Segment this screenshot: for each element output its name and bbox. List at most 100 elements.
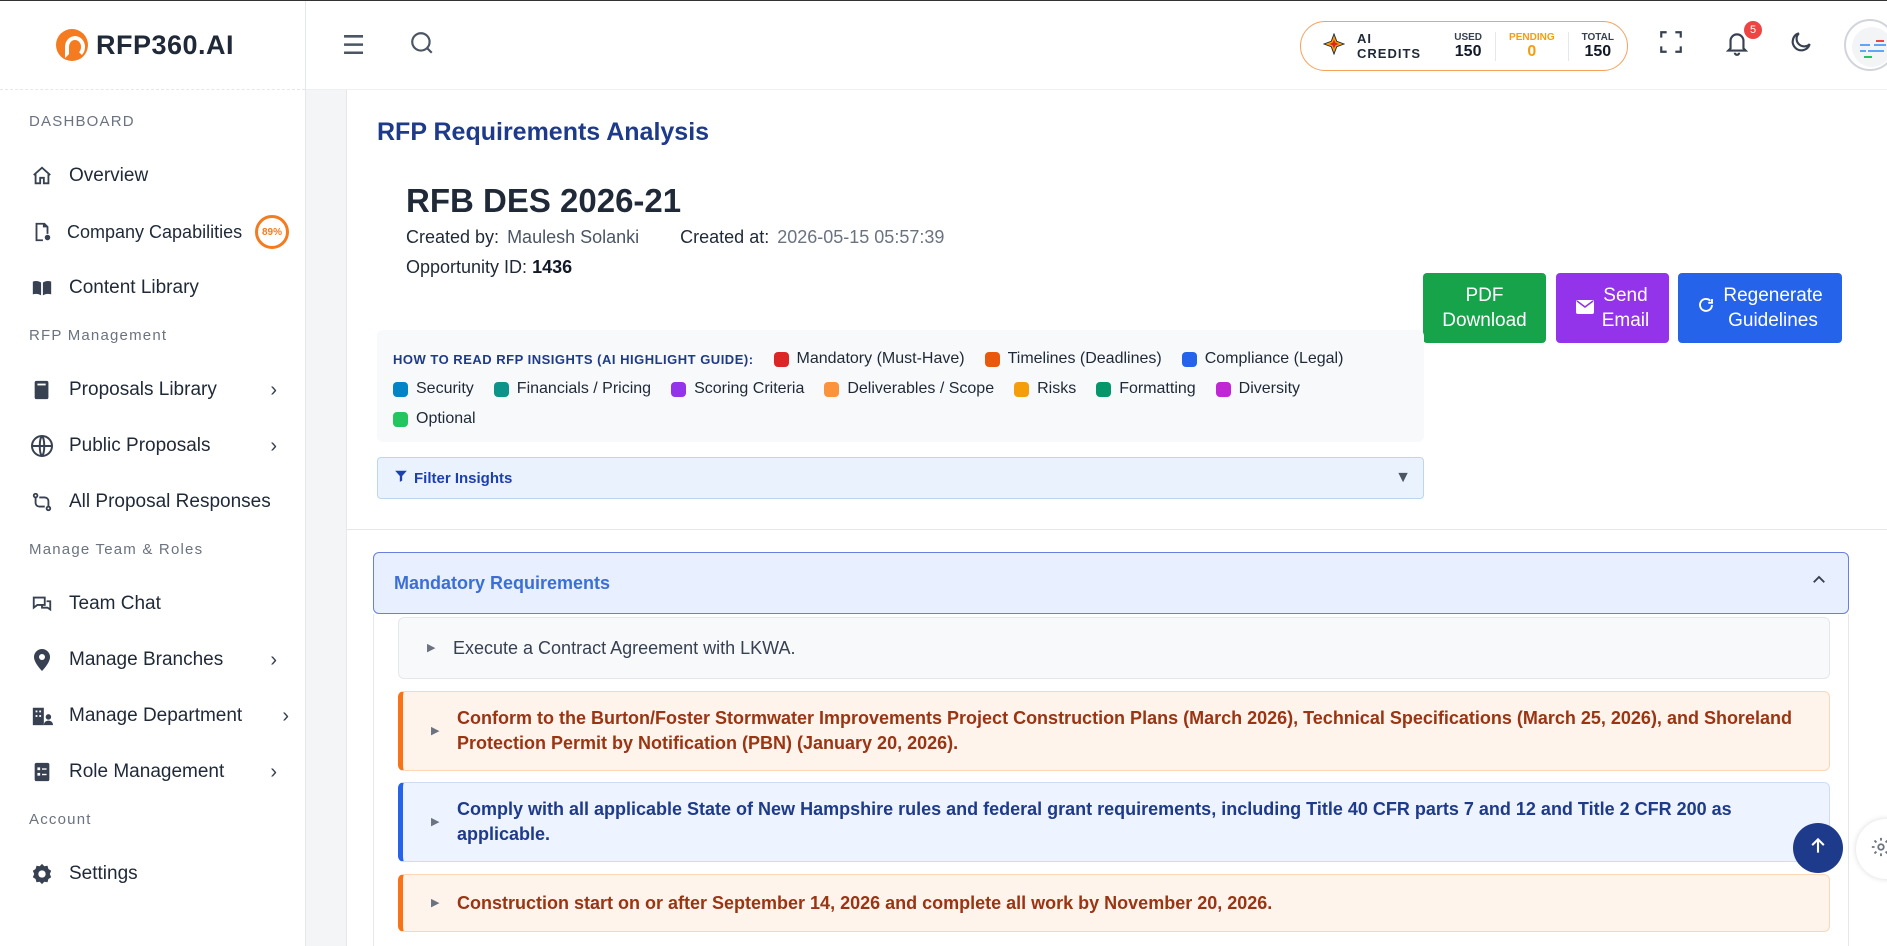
- chevron-right-icon: ›: [270, 760, 277, 783]
- guide-row: Optional: [393, 404, 1408, 434]
- regenerate-guidelines-button[interactable]: Regenerate Guidelines: [1678, 273, 1842, 343]
- sidebar-item-settings[interactable]: Settings: [0, 846, 305, 902]
- map-pin-icon: [29, 647, 55, 673]
- accordion-title: Mandatory Requirements: [394, 572, 611, 593]
- guide-row: HOW TO READ RFP INSIGHTS (AI HIGHLIGHT G…: [393, 344, 1408, 374]
- sidebar-item-overview[interactable]: Overview: [0, 148, 305, 204]
- requirement-text: Comply with all applicable State of New …: [457, 799, 1732, 844]
- nav-section-rfp-management: RFP Management: [29, 327, 168, 344]
- legend-swatch: [1181, 351, 1197, 367]
- sidebar-item-label: Proposals Library: [69, 379, 217, 400]
- chevron-up-icon: [1810, 571, 1828, 594]
- filter-insights-dropdown[interactable]: Filter Insights ▼: [377, 457, 1424, 499]
- brand[interactable]: RFP360.AI: [0, 1, 305, 90]
- menu-toggle-icon[interactable]: ☰: [342, 30, 365, 61]
- requirement-item[interactable]: ▶ Execute a Contract Agreement with LKWA…: [398, 617, 1830, 679]
- chevron-right-icon: ›: [282, 704, 289, 727]
- legend-label: Scoring Criteria: [694, 380, 805, 397]
- brand-name: RFP360.AI: [96, 29, 235, 60]
- legend-item-financials: Financials / Pricing: [493, 380, 651, 398]
- sidebar-item-label: Settings: [69, 863, 138, 884]
- credits-pending-label: PENDING: [1509, 31, 1555, 43]
- pdf-button-line1: PDF: [1465, 285, 1504, 306]
- sidebar-item-label: Manage Department: [69, 705, 243, 726]
- pdf-download-button[interactable]: PDF Download: [1423, 273, 1546, 343]
- legend-swatch: [1014, 381, 1030, 397]
- sidebar-item-proposals-library[interactable]: Proposals Library ›: [0, 362, 305, 418]
- page-title: RFP Requirements Analysis: [377, 118, 710, 146]
- home-icon: [29, 163, 55, 189]
- chevron-right-icon: ›: [270, 648, 277, 671]
- book-open-icon: [29, 275, 55, 301]
- credits-used-value: 150: [1454, 42, 1482, 60]
- legend-swatch: [1215, 381, 1231, 397]
- credits-pending-value: 0: [1527, 42, 1537, 60]
- ai-sparkle-icon: [1322, 32, 1346, 60]
- created-by-label: Created by:: [406, 227, 500, 247]
- sidebar-item-label: All Proposal Responses: [69, 491, 271, 512]
- user-avatar[interactable]: [1844, 19, 1887, 71]
- refresh-icon: [1697, 296, 1715, 321]
- legend-swatch: [393, 411, 408, 427]
- legend-swatch: [393, 381, 408, 397]
- dark-mode-moon-icon[interactable]: [1788, 29, 1814, 60]
- legend-item-formatting: Formatting: [1096, 380, 1196, 398]
- envelope-icon: [1575, 296, 1594, 321]
- email-button-line2: Email: [1601, 310, 1650, 331]
- sidebar-item-manage-department[interactable]: Manage Department ›: [0, 688, 305, 744]
- created-by-value: Maulesh Solanki: [507, 227, 640, 247]
- sidebar-item-label: Content Library: [69, 277, 199, 298]
- sidebar: RFP360.AI DASHBOARD Overview Company Cap…: [0, 1, 306, 946]
- requirement-item[interactable]: ▶ Comply with all applicable State of Ne…: [398, 782, 1830, 862]
- sidebar-item-company-capabilities[interactable]: Company Capabilities 89%: [0, 204, 305, 260]
- credits-used: USED 150: [1441, 32, 1495, 61]
- guide-title: HOW TO READ RFP INSIGHTS (AI HIGHLIGHT G…: [393, 351, 754, 367]
- sidebar-item-role-management[interactable]: Role Management ›: [0, 744, 305, 800]
- mandatory-requirements-accordion[interactable]: Mandatory Requirements: [373, 552, 1849, 614]
- requirement-text: Execute a Contract Agreement with LKWA.: [453, 637, 796, 658]
- legend-label: Risks: [1037, 380, 1077, 397]
- sidebar-item-manage-branches[interactable]: Manage Branches ›: [0, 632, 305, 688]
- credits-used-label: USED: [1454, 31, 1483, 43]
- legend-item-deliverables: Deliverables / Scope: [824, 380, 994, 398]
- highlight-guide: HOW TO READ RFP INSIGHTS (AI HIGHLIGHT G…: [377, 330, 1424, 442]
- send-email-button[interactable]: Send Email: [1556, 273, 1669, 343]
- sidebar-item-label: Overview: [69, 165, 149, 186]
- book-icon: [29, 377, 55, 403]
- legend-item-scoring: Scoring Criteria: [671, 380, 804, 398]
- search-icon[interactable]: [409, 30, 435, 61]
- filter-funnel-icon: [394, 469, 408, 487]
- sidebar-item-public-proposals[interactable]: Public Proposals ›: [0, 418, 305, 474]
- legend-item-mandatory: Mandatory (Must-Have): [773, 350, 965, 368]
- sidebar-item-team-chat[interactable]: Team Chat: [0, 576, 305, 632]
- sidebar-item-label: Public Proposals: [69, 435, 211, 456]
- sidebar-item-all-proposal-responses[interactable]: All Proposal Responses: [0, 474, 305, 530]
- credits-total-label: TOTAL: [1581, 31, 1614, 43]
- expand-triangle-icon: ▶: [431, 815, 440, 828]
- sidebar-item-label: Manage Branches: [69, 649, 224, 670]
- ai-credits-title: AI CREDITS: [1357, 31, 1422, 61]
- expand-triangle-icon: ▶: [427, 641, 436, 654]
- fullscreen-icon[interactable]: [1658, 29, 1684, 60]
- legend-label: Timelines (Deadlines): [1007, 350, 1162, 367]
- requirement-item[interactable]: ▶ Conform to the Burton/Foster Stormwate…: [398, 691, 1830, 771]
- legend-item-diversity: Diversity: [1215, 380, 1300, 398]
- scroll-to-top-button[interactable]: [1793, 823, 1843, 873]
- legend-item-optional: Optional: [393, 410, 476, 428]
- sidebar-item-content-library[interactable]: Content Library: [0, 260, 305, 316]
- legend-swatch: [773, 351, 789, 367]
- globe-icon: [29, 433, 55, 459]
- nav-section-account: Account: [29, 811, 92, 828]
- guide-row: Security Financials / Pricing Scoring Cr…: [393, 374, 1408, 404]
- requirements-list: ▶ Execute a Contract Agreement with LKWA…: [373, 614, 1849, 946]
- main-content: RFP Requirements Analysis RFB DES 2026-2…: [346, 90, 1887, 946]
- nav-section-team: Manage Team & Roles: [29, 541, 204, 558]
- legend-swatch: [493, 381, 509, 397]
- file-cog-icon: [29, 219, 55, 245]
- legend-label: Formatting: [1119, 380, 1196, 397]
- requirement-item[interactable]: ▶ Construction start on or after Septemb…: [398, 874, 1830, 932]
- notification-bell-icon[interactable]: 5: [1724, 21, 1762, 62]
- section-divider: [347, 529, 1887, 530]
- ai-credits-panel[interactable]: AI CREDITS USED 150 PENDING 0 TOTAL 150: [1300, 21, 1628, 71]
- building-icon: [29, 703, 55, 729]
